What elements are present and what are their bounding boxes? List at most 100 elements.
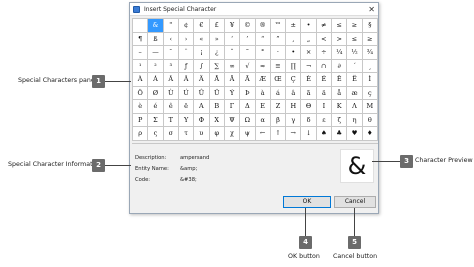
char-cell[interactable]: á xyxy=(270,86,287,101)
char-cell[interactable]: ¡ xyxy=(194,46,210,60)
char-cell[interactable]: Α xyxy=(194,100,210,114)
char-cell[interactable]: à xyxy=(255,86,271,101)
char-cell[interactable]: ∂ xyxy=(332,59,348,74)
char-cell[interactable]: ˜ xyxy=(240,46,256,60)
char-cell[interactable]: å xyxy=(332,86,348,101)
char-cell[interactable]: Τ xyxy=(163,113,179,128)
char-cell[interactable]: é xyxy=(148,100,164,114)
char-cell[interactable]: Û xyxy=(194,86,210,101)
char-cell[interactable]: ∑ xyxy=(209,59,225,74)
char-cell[interactable]: ´ xyxy=(347,59,363,74)
char-cell[interactable]: ² xyxy=(148,59,164,74)
char-cell[interactable]: À xyxy=(133,73,149,87)
char-cell[interactable]: η xyxy=(347,113,363,128)
char-cell[interactable]: ¸ xyxy=(362,59,378,74)
char-cell[interactable]: ¾ xyxy=(362,46,378,60)
char-cell[interactable]: Ê xyxy=(332,73,348,87)
char-cell[interactable]: Κ xyxy=(332,100,348,114)
char-cell[interactable]: → xyxy=(286,127,302,141)
char-cell[interactable]: > xyxy=(332,32,348,47)
char-cell[interactable]: È xyxy=(301,73,317,87)
char-cell[interactable]: · xyxy=(270,46,287,60)
close-icon[interactable]: ✕ xyxy=(368,4,375,15)
char-cell[interactable]: Ă xyxy=(240,73,256,87)
char-cell[interactable]: â xyxy=(286,86,302,101)
char-cell[interactable]: Γ xyxy=(224,100,241,114)
char-cell[interactable]: Σ xyxy=(148,113,164,128)
char-cell[interactable]: — xyxy=(148,46,164,60)
char-cell[interactable]: ° xyxy=(255,46,271,60)
char-cell[interactable]: α xyxy=(255,113,271,128)
char-cell[interactable]: × xyxy=(301,46,317,60)
char-cell[interactable]: Μ xyxy=(362,100,378,114)
char-cell[interactable]: υ xyxy=(194,127,210,141)
char-cell[interactable]: ¢ xyxy=(178,19,195,33)
char-cell[interactable]: Ã xyxy=(178,73,195,87)
char-cell[interactable]: Å xyxy=(209,73,225,87)
char-cell[interactable]: Ι xyxy=(316,100,333,114)
char-cell[interactable]: ¨ xyxy=(178,46,195,60)
char-cell[interactable]: Â xyxy=(163,73,179,87)
char-cell[interactable]: ’ xyxy=(240,32,256,47)
char-cell[interactable]: θ xyxy=(362,113,378,128)
char-cell[interactable]: Υ xyxy=(178,113,195,128)
char-cell[interactable]: ß xyxy=(148,32,164,47)
char-cell[interactable]: ˆ xyxy=(224,46,241,60)
char-cell[interactable]: Ì xyxy=(362,73,378,87)
char-cell[interactable]: Δ xyxy=(240,100,256,114)
char-cell[interactable]: Η xyxy=(286,100,302,114)
char-cell[interactable]: & xyxy=(148,19,164,33)
char-cell[interactable]: » xyxy=(209,32,225,47)
char-cell[interactable]: ™ xyxy=(270,19,287,33)
char-cell[interactable]: ¯ xyxy=(163,46,179,60)
char-cell[interactable]: τ xyxy=(178,127,195,141)
char-cell[interactable]: Ü xyxy=(209,86,225,101)
char-cell[interactable]: ¼ xyxy=(332,46,348,60)
char-cell[interactable]: ≥ xyxy=(347,19,363,33)
char-cell[interactable]: › xyxy=(178,32,195,47)
char-cell[interactable]: Æ xyxy=(255,73,271,87)
char-cell[interactable]: ≈ xyxy=(255,59,271,74)
ok-button[interactable]: OK xyxy=(283,196,331,208)
char-cell[interactable]: ∩ xyxy=(316,59,333,74)
char-cell[interactable]: « xyxy=(194,32,210,47)
char-cell[interactable]: ‹ xyxy=(163,32,179,47)
char-cell[interactable]: ↑ xyxy=(270,127,287,141)
char-cell[interactable]: Θ xyxy=(301,100,317,114)
char-cell[interactable]: ρ xyxy=(133,127,149,141)
char-cell[interactable]: § xyxy=(362,19,378,33)
char-cell[interactable]: Ρ xyxy=(133,113,149,128)
char-cell[interactable]: € xyxy=(194,19,210,33)
char-cell[interactable]: Χ xyxy=(209,113,225,128)
char-cell[interactable]: β xyxy=(270,113,287,128)
char-cell[interactable]: ♥ xyxy=(347,127,363,141)
char-cell[interactable]: ≥ xyxy=(362,32,378,47)
char-cell[interactable]: • xyxy=(301,19,317,33)
char-cell[interactable]: – xyxy=(133,46,149,60)
char-cell[interactable]: „ xyxy=(301,32,317,47)
char-cell[interactable]: ≠ xyxy=(316,19,333,33)
char-cell[interactable]: Ç xyxy=(286,73,302,87)
char-cell[interactable]: ¹ xyxy=(133,59,149,74)
char-cell[interactable]: ≤ xyxy=(347,32,363,47)
char-cell[interactable]: ← xyxy=(255,127,271,141)
char-cell[interactable]: Ø xyxy=(148,86,164,101)
char-cell[interactable]: Ä xyxy=(194,73,210,87)
cancel-button[interactable]: Cancel xyxy=(334,196,376,208)
char-cell[interactable]: ζ xyxy=(332,113,348,128)
char-cell[interactable]: £ xyxy=(209,19,225,33)
char-cell[interactable]: Ë xyxy=(347,73,363,87)
char-cell[interactable]: ç xyxy=(362,86,378,101)
char-cell[interactable]: " xyxy=(163,19,179,33)
char-cell[interactable]: ê xyxy=(163,100,179,114)
char-cell[interactable]: ‚ xyxy=(286,32,302,47)
char-cell[interactable]: ≤ xyxy=(332,19,348,33)
char-cell[interactable]: Ö xyxy=(133,86,149,101)
char-cell[interactable]: ” xyxy=(270,32,287,47)
char-cell[interactable]: Ù xyxy=(163,86,179,101)
char-cell[interactable]: ↓ xyxy=(301,127,317,141)
char-cell[interactable]: ë xyxy=(178,100,195,114)
char-cell[interactable]: ♠ xyxy=(316,127,333,141)
char-cell[interactable]: Á xyxy=(148,73,164,87)
char-cell[interactable]: Ú xyxy=(178,86,195,101)
